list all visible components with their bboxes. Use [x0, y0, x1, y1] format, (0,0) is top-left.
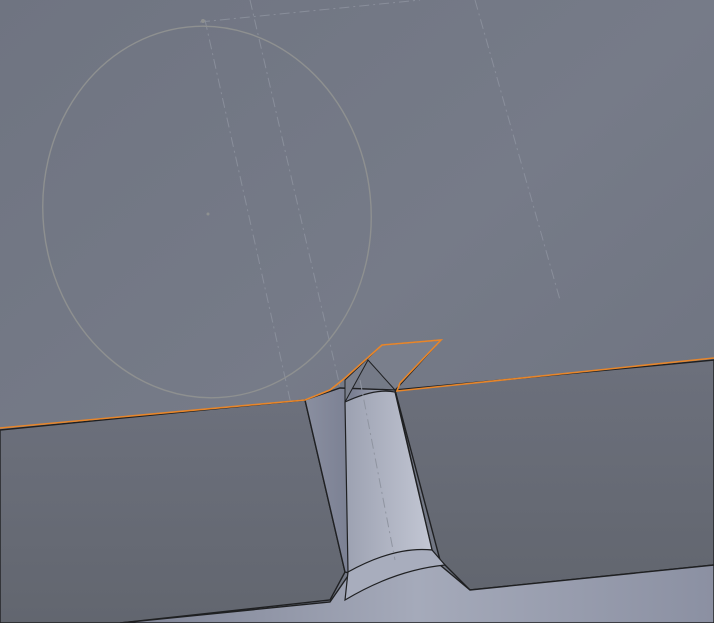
front-face-left[interactable]	[0, 399, 346, 623]
sketch-point[interactable]	[201, 19, 205, 23]
cad-3d-viewport[interactable]	[0, 0, 714, 623]
sketch-center-point[interactable]	[206, 212, 210, 216]
front-face-right[interactable]	[394, 359, 714, 591]
model-canvas[interactable]	[0, 0, 714, 623]
